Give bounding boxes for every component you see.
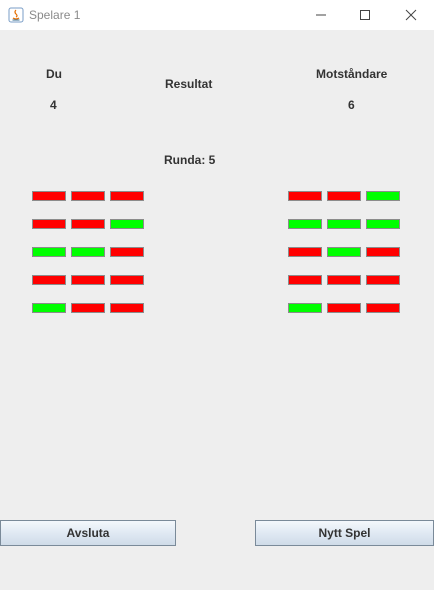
opponent-answer-cell-wrong — [366, 303, 400, 313]
window-title: Spelare 1 — [29, 8, 81, 22]
close-icon — [405, 9, 417, 21]
opponent-answer-cell-wrong — [288, 275, 322, 285]
opponent-answer-cell-wrong — [366, 275, 400, 285]
player-answer-cell-correct — [32, 247, 66, 257]
opponent-score: 6 — [348, 98, 355, 112]
player-answer-cell-correct — [71, 247, 105, 257]
player-answer-cell-wrong — [110, 247, 144, 257]
player-label: Du — [46, 67, 62, 81]
opponent-answer-cell-wrong — [327, 303, 361, 313]
player-answer-cell-wrong — [110, 303, 144, 313]
player-answer-cell-correct — [110, 219, 144, 229]
player-score: 4 — [50, 98, 57, 112]
quit-button[interactable]: Avsluta — [0, 520, 176, 546]
opponent-answer-cell-correct — [288, 303, 322, 313]
opponent-label: Motståndare — [316, 67, 388, 81]
java-app-icon — [8, 7, 24, 23]
opponent-answer-cell-wrong — [288, 247, 322, 257]
opponent-answer-cell-correct — [366, 191, 400, 201]
player-answer-cell-wrong — [32, 275, 66, 285]
round-label: Runda: 5 — [164, 153, 216, 167]
minimize-button[interactable] — [298, 0, 344, 30]
maximize-icon — [360, 10, 370, 20]
opponent-answer-cell-wrong — [288, 191, 322, 201]
opponent-answer-cell-correct — [327, 247, 361, 257]
opponent-answer-cell-wrong — [366, 247, 400, 257]
opponent-answer-cell-correct — [366, 219, 400, 229]
opponent-answer-cell-correct — [327, 219, 361, 229]
player-answer-cell-wrong — [32, 191, 66, 201]
new-game-button[interactable]: Nytt Spel — [255, 520, 434, 546]
player-answer-cell-correct — [32, 303, 66, 313]
maximize-button[interactable] — [342, 0, 388, 30]
opponent-answer-cell-wrong — [327, 275, 361, 285]
player-answer-cell-wrong — [71, 191, 105, 201]
player-answer-cell-wrong — [71, 275, 105, 285]
close-button[interactable] — [388, 0, 434, 30]
player-answer-cell-wrong — [71, 303, 105, 313]
opponent-answer-cell-wrong — [327, 191, 361, 201]
player-answer-cell-wrong — [71, 219, 105, 229]
player-answer-cell-wrong — [110, 191, 144, 201]
player-answer-cell-wrong — [110, 275, 144, 285]
minimize-icon — [316, 14, 326, 16]
opponent-answer-cell-correct — [288, 219, 322, 229]
player-answer-cell-wrong — [32, 219, 66, 229]
title-bar: Spelare 1 — [0, 0, 434, 30]
result-label: Resultat — [165, 77, 213, 91]
